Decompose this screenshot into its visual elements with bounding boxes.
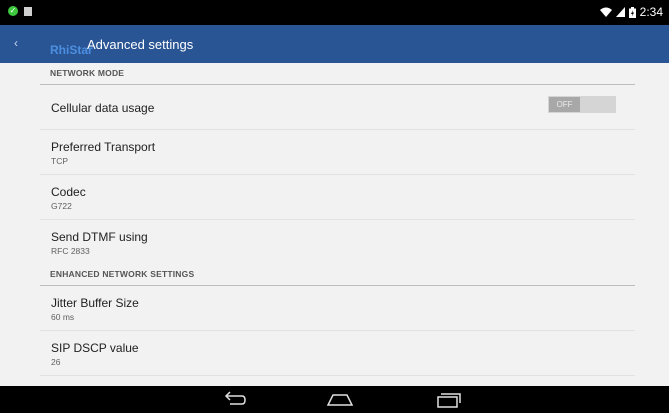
setting-title: Codec — [51, 185, 86, 199]
setting-send-dtmf[interactable]: Send DTMF using RFC 2833 — [40, 220, 635, 264]
back-icon[interactable] — [218, 390, 248, 410]
action-bar: ‹ RhiStar Advanced settings — [0, 25, 669, 63]
setting-jitter-buffer-size[interactable]: Jitter Buffer Size 60 ms — [40, 286, 635, 331]
navigation-bar — [0, 386, 669, 413]
toggle-knob: OFF — [549, 97, 580, 112]
settings-list: NETWORK MODE Cellular data usage OFF Pre… — [0, 63, 669, 386]
setting-title: Cellular data usage — [51, 101, 155, 115]
setting-sip-dscp-value[interactable]: SIP DSCP value 26 — [40, 331, 635, 376]
setting-codec[interactable]: Codec G722 — [40, 175, 635, 220]
signal-icon — [615, 7, 625, 17]
setting-summary: 26 — [51, 357, 61, 367]
setting-title: Preferred Transport — [51, 140, 156, 154]
notification-check-icon: ✓ — [8, 6, 18, 16]
setting-cellular-data-usage[interactable]: Cellular data usage OFF — [40, 85, 635, 130]
section-header-enhanced-network: ENHANCED NETWORK SETTINGS — [40, 264, 635, 286]
setting-summary: RFC 2833 — [51, 246, 90, 256]
status-bar: ✓ 2:34 — [0, 0, 669, 25]
setting-title: Jitter Buffer Size — [51, 296, 139, 310]
home-icon[interactable] — [325, 390, 355, 410]
cellular-data-toggle[interactable]: OFF — [548, 96, 616, 113]
section-header-network-mode: NETWORK MODE — [40, 63, 635, 85]
notification-square-icon — [24, 6, 32, 16]
setting-title: Send DTMF using — [51, 230, 148, 244]
setting-preferred-transport[interactable]: Preferred Transport TCP — [40, 130, 635, 175]
recent-apps-icon[interactable] — [432, 390, 462, 410]
setting-summary: TCP — [51, 156, 68, 166]
wifi-icon — [599, 7, 612, 17]
setting-title: SIP DSCP value — [51, 341, 139, 355]
setting-summary: 60 ms — [51, 312, 75, 322]
up-chevron-icon[interactable]: ‹ — [14, 36, 18, 50]
setting-summary: G722 — [51, 201, 72, 211]
page-title: Advanced settings — [87, 37, 194, 52]
clock: 2:34 — [639, 5, 663, 19]
battery-icon — [628, 6, 636, 18]
